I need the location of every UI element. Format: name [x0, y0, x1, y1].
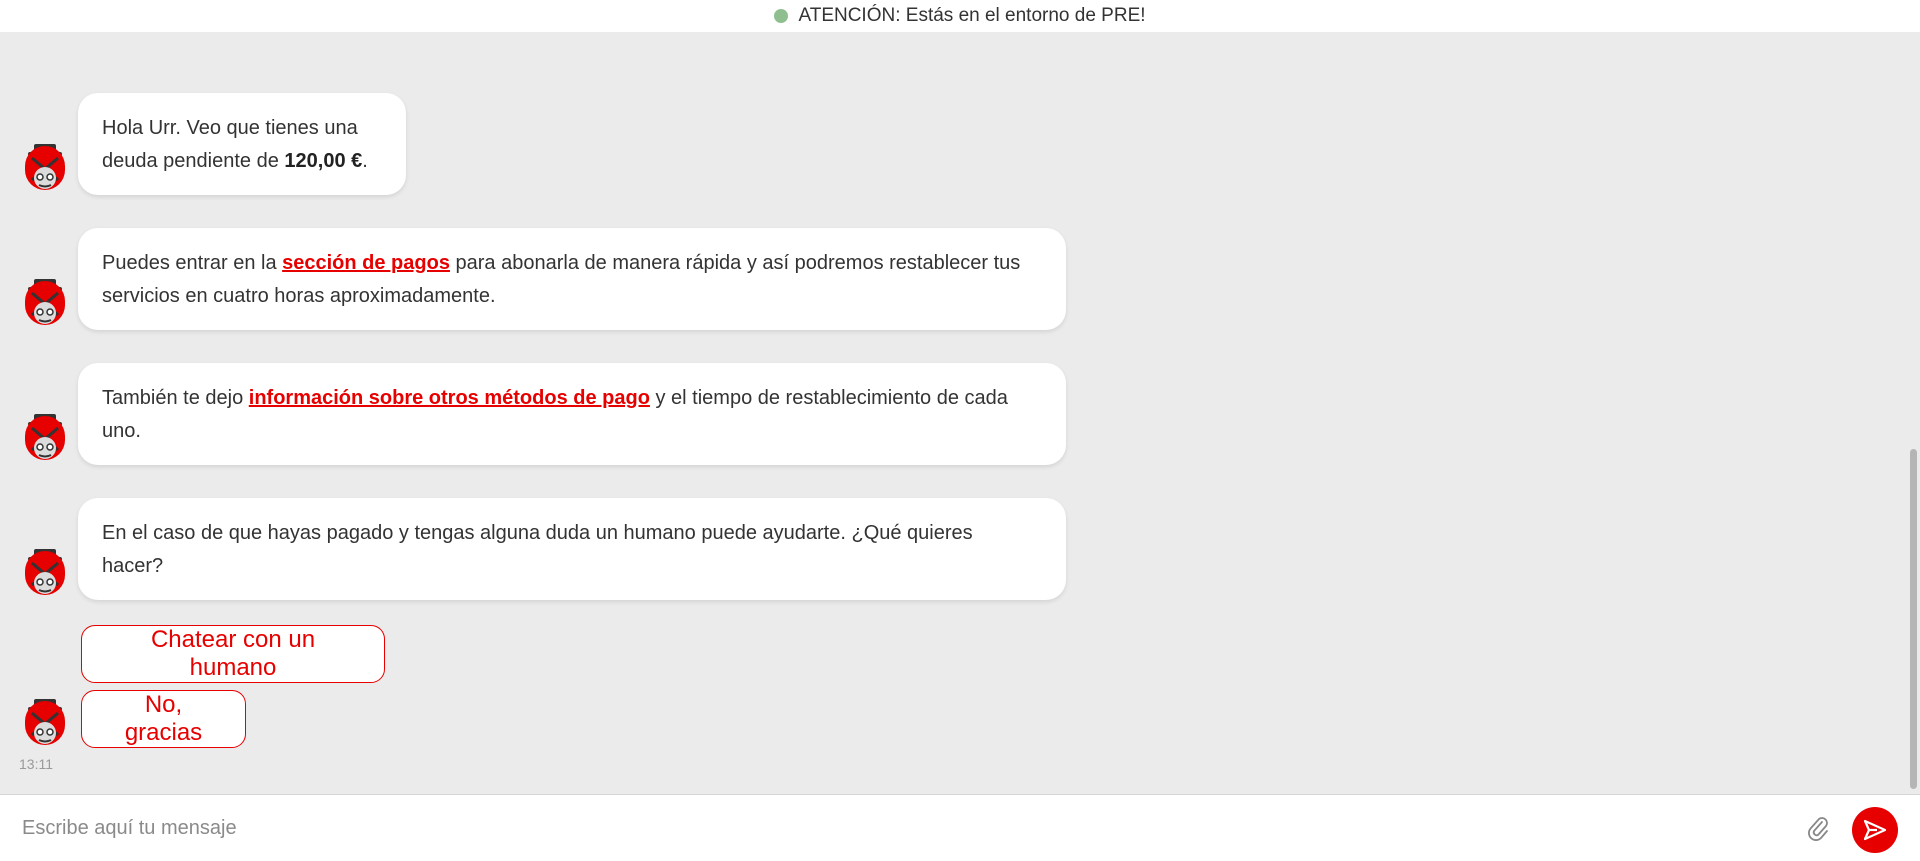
message-input[interactable] — [20, 807, 1780, 849]
scrollbar-thumb[interactable] — [1910, 449, 1917, 789]
message-timestamp: 13:11 — [19, 756, 53, 772]
bot-message: En el caso de que hayas pagado y tengas … — [78, 498, 1066, 600]
bot-avatar-icon — [22, 549, 68, 597]
debt-amount: 120,00 € — [284, 150, 363, 172]
environment-banner-text: ATENCIÓN: Estás en el entorno de PRE! — [798, 5, 1146, 26]
message-text: Hola Urr. Veo que tienes una — [102, 117, 358, 139]
send-button[interactable] — [1852, 807, 1898, 853]
no-thanks-button[interactable]: No, gracias — [81, 690, 246, 748]
environment-banner: ATENCIÓN: Estás en el entorno de PRE! — [0, 0, 1920, 32]
payment-methods-info-link[interactable]: información sobre otros métodos de pago — [249, 387, 650, 409]
message-text: y el tiempo de restablecimiento de cada — [649, 387, 1008, 409]
bot-message: Hola Urr. Veo que tienes una deuda pendi… — [78, 93, 406, 195]
chat-with-human-button[interactable]: Chatear con un humano — [81, 625, 385, 683]
bot-message: Puedes entrar en la sección de pagos par… — [78, 228, 1066, 330]
message-text: Puedes entrar en la — [102, 252, 283, 274]
message-text: servicios en cuatro horas aproximadament… — [102, 285, 496, 307]
message-text: deuda pendiente de — [102, 150, 285, 172]
paperclip-icon[interactable] — [1806, 815, 1830, 841]
message-text: hacer? — [102, 555, 164, 577]
status-dot-icon — [774, 9, 789, 23]
bot-avatar-icon — [22, 144, 68, 192]
bot-avatar-icon — [22, 699, 68, 747]
send-icon — [1863, 819, 1887, 841]
message-text: . — [362, 150, 368, 172]
message-text: para abonarla de manera rápida y así pod… — [449, 252, 1021, 274]
bot-message: También te dejo información sobre otros … — [78, 363, 1066, 465]
chat-area[interactable]: Hola Urr. Veo que tienes una deuda pendi… — [0, 32, 1920, 794]
payments-section-link[interactable]: sección de pagos — [282, 252, 450, 274]
bot-avatar-icon — [22, 279, 68, 327]
message-text: En el caso de que hayas pagado y tengas … — [102, 522, 973, 544]
message-text: uno. — [102, 420, 141, 442]
bot-avatar-icon — [22, 414, 68, 462]
message-composer — [0, 794, 1920, 861]
message-text: También te dejo — [102, 387, 249, 409]
